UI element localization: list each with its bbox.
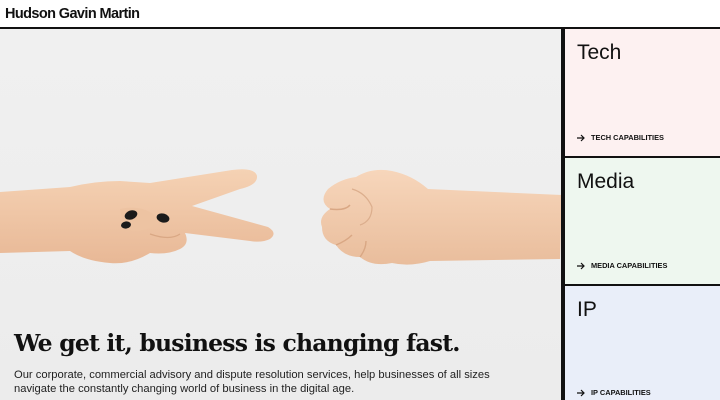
panel-tech[interactable]: Tech TECH CAPABILITIES <box>563 29 720 156</box>
arrow-right-icon <box>577 262 585 269</box>
site-header: Hudson Gavin Martin <box>0 0 720 29</box>
hero-subtext: Our corporate, commercial advisory and d… <box>14 369 490 395</box>
panel-title: Media <box>577 170 635 193</box>
hero-headline: We get it, business is changing fast. <box>14 329 460 357</box>
media-capabilities-link[interactable]: MEDIA CAPABILITIES <box>577 261 667 270</box>
logo[interactable]: Hudson Gavin Martin <box>5 6 140 22</box>
panel-media[interactable]: Media MEDIA CAPABILITIES <box>563 156 720 284</box>
hero-section: We get it, business is changing fast. Ou… <box>0 29 562 400</box>
tech-capabilities-link[interactable]: TECH CAPABILITIES <box>577 133 664 142</box>
arrow-right-icon <box>577 134 585 141</box>
link-label: TECH CAPABILITIES <box>591 133 664 142</box>
panel-title: IP <box>577 298 597 321</box>
arrow-right-icon <box>577 389 585 396</box>
link-label: MEDIA CAPABILITIES <box>591 261 668 270</box>
link-label: IP CAPABILITIES <box>591 388 651 397</box>
panel-ip[interactable]: IP IP CAPABILITIES <box>563 284 720 400</box>
panel-title: Tech <box>577 41 622 64</box>
ip-capabilities-link[interactable]: IP CAPABILITIES <box>577 388 651 397</box>
